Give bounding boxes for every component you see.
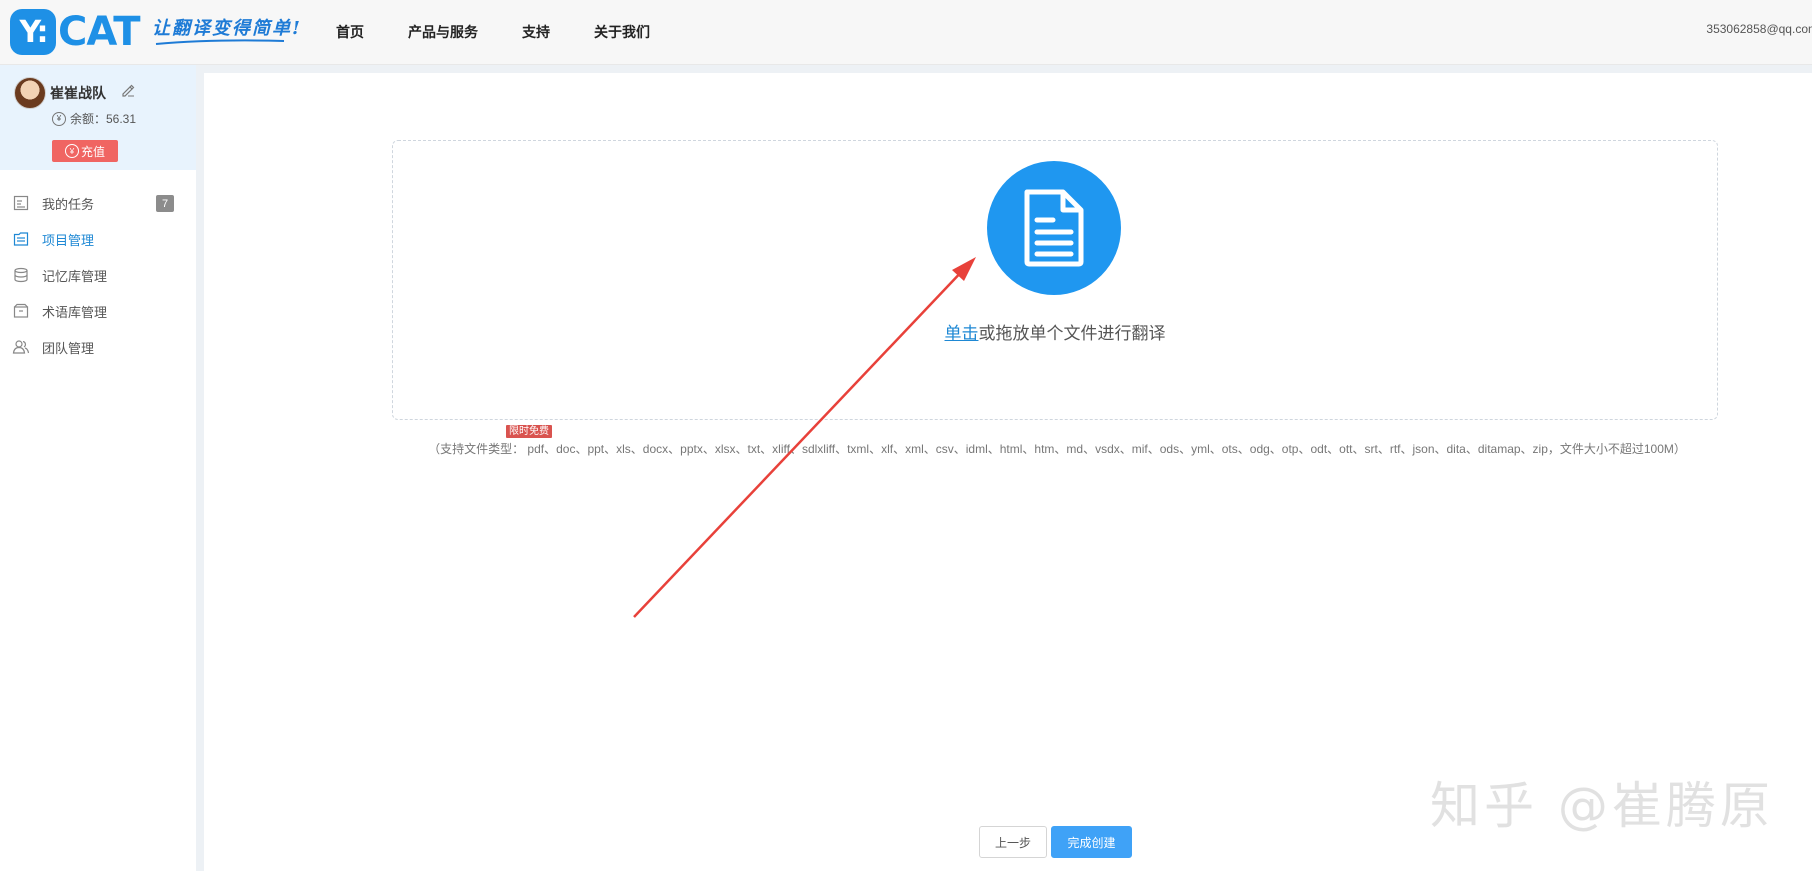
content-top-gap	[196, 65, 1812, 73]
yen-icon: ¥	[64, 144, 79, 158]
balance: ¥ 余额：56.31	[52, 110, 136, 127]
team-name: 崔崔战队	[50, 85, 106, 101]
sidebar-item-label: 项目管理	[42, 232, 95, 248]
recharge-button[interactable]: ¥ 充值	[52, 140, 118, 162]
supported-file-types: （支持文件类型： pdf、doc、ppt、xls、docx、pptx、xlsx、…	[428, 442, 1686, 456]
edit-icon[interactable]	[121, 83, 135, 97]
nav-support[interactable]: 支持	[522, 22, 550, 42]
main-nav: 首页 产品与服务 支持 关于我们	[336, 0, 694, 64]
task-icon	[13, 195, 29, 211]
database-icon	[14, 267, 28, 283]
upload-button[interactable]	[987, 161, 1121, 295]
slogan: 让翻译变得简单!	[152, 18, 302, 39]
user-email[interactable]: 353062858@qq.com	[1706, 22, 1812, 36]
document-icon	[1024, 189, 1084, 267]
file-dropzone[interactable]: 单击或拖放单个文件进行翻译	[392, 140, 1718, 420]
project-icon	[13, 232, 29, 246]
previous-step-button[interactable]: 上一步	[979, 826, 1047, 858]
sidebar-item-terminology-library[interactable]: 术语库管理	[0, 293, 196, 329]
sidebar-item-label: 我的任务	[42, 196, 95, 212]
sidebar: 崔崔战队 ¥ 余额：56.31 ¥ 充值 我的任务 7 项目管理 记忆库管理 术…	[0, 65, 196, 871]
drop-instruction-text: 或拖放单个文件进行翻译	[978, 324, 1166, 343]
yen-icon: ¥	[52, 111, 66, 126]
recharge-label: 充值	[80, 144, 105, 159]
drop-instruction: 单击或拖放单个文件进行翻译	[393, 319, 1717, 344]
sidebar-item-label: 团队管理	[42, 340, 95, 356]
logo-badge: Y:	[10, 9, 56, 55]
nav-products[interactable]: 产品与服务	[408, 22, 478, 42]
watermark: 知乎 @崔腾原	[1430, 777, 1774, 835]
annotation-arrow	[633, 257, 976, 618]
sidebar-item-memory-library[interactable]: 记忆库管理	[0, 257, 196, 293]
sidebar-gutter	[196, 65, 204, 871]
logo[interactable]: Y: CAT	[10, 8, 140, 56]
slogan-underline	[155, 39, 285, 45]
task-count-badge: 7	[156, 195, 174, 212]
team-icon	[12, 340, 30, 354]
finish-create-button[interactable]: 完成创建	[1051, 826, 1132, 858]
logo-text: CAT	[58, 9, 140, 55]
profile-card: 崔崔战队 ¥ 余额：56.31 ¥ 充值	[0, 65, 196, 170]
sidebar-item-project-management[interactable]: 项目管理	[0, 221, 196, 257]
terminology-icon	[13, 303, 29, 318]
balance-text: 余额：56.31	[70, 112, 137, 126]
sidebar-item-my-tasks[interactable]: 我的任务 7	[0, 185, 196, 221]
top-header: Y: CAT 让翻译变得简单! 首页 产品与服务 支持 关于我们 3530628…	[0, 0, 1812, 65]
avatar[interactable]	[14, 77, 46, 109]
sidebar-menu: 我的任务 7 项目管理 记忆库管理 术语库管理 团队管理	[0, 185, 196, 365]
free-badge: 限时免费	[506, 425, 552, 438]
sidebar-item-label: 术语库管理	[42, 304, 108, 320]
sidebar-item-team-management[interactable]: 团队管理	[0, 329, 196, 365]
nav-about[interactable]: 关于我们	[594, 22, 650, 42]
sidebar-item-label: 记忆库管理	[42, 268, 108, 284]
nav-home[interactable]: 首页	[336, 22, 364, 42]
click-upload-link[interactable]: 单击	[945, 324, 979, 343]
